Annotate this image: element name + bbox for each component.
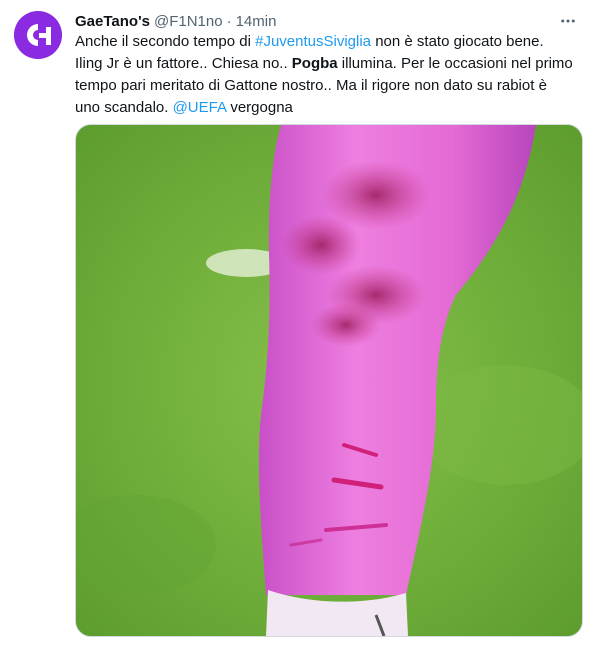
author-avatar[interactable] (14, 11, 62, 59)
tweet-photo[interactable] (75, 124, 583, 637)
text-segment: vergogna (226, 99, 293, 116)
gc-logo-icon (14, 11, 62, 59)
tweet-line-2: Iling Jr è un fattore.. Chiesa no.. Pogb… (75, 53, 575, 75)
hashtag-link[interactable]: #JuventusSiviglia (255, 33, 371, 50)
photo-leg-bruises (76, 125, 582, 636)
more-options-button[interactable] (556, 9, 580, 33)
mention-link[interactable]: @UEFA (173, 99, 227, 116)
text-segment: illumina. Per le occasioni nel primo (337, 55, 573, 72)
tweet-line-1: Anche il secondo tempo di #JuventusSivig… (75, 31, 575, 53)
tweet-header: GaeTano's @F1N1no · 14min (75, 11, 276, 31)
tweet-timestamp[interactable]: 14min (236, 13, 277, 30)
more-horizontal-icon (561, 19, 575, 23)
bold-text: Pogba (291, 55, 338, 72)
tweet-line-4: uno scandalo. @UEFA vergogna (75, 97, 575, 119)
text-segment: uno scandalo. (75, 99, 173, 116)
tweet-text: Anche il secondo tempo di #JuventusSivig… (75, 31, 575, 119)
author-name[interactable]: GaeTano's (75, 13, 150, 30)
text-segment: Iling Jr è un fattore.. Chiesa no.. (75, 55, 292, 72)
author-handle[interactable]: @F1N1no (154, 13, 223, 30)
text-segment: Anche il secondo tempo di (75, 33, 256, 50)
tweet-card[interactable]: GaeTano's @F1N1no · 14min Anche il secon… (0, 0, 594, 646)
separator-dot: · (226, 12, 232, 30)
tweet-line-3: tempo pari meritato di Gattone nostro.. … (75, 77, 547, 94)
text-segment: non è stato giocato bene. (371, 33, 544, 50)
